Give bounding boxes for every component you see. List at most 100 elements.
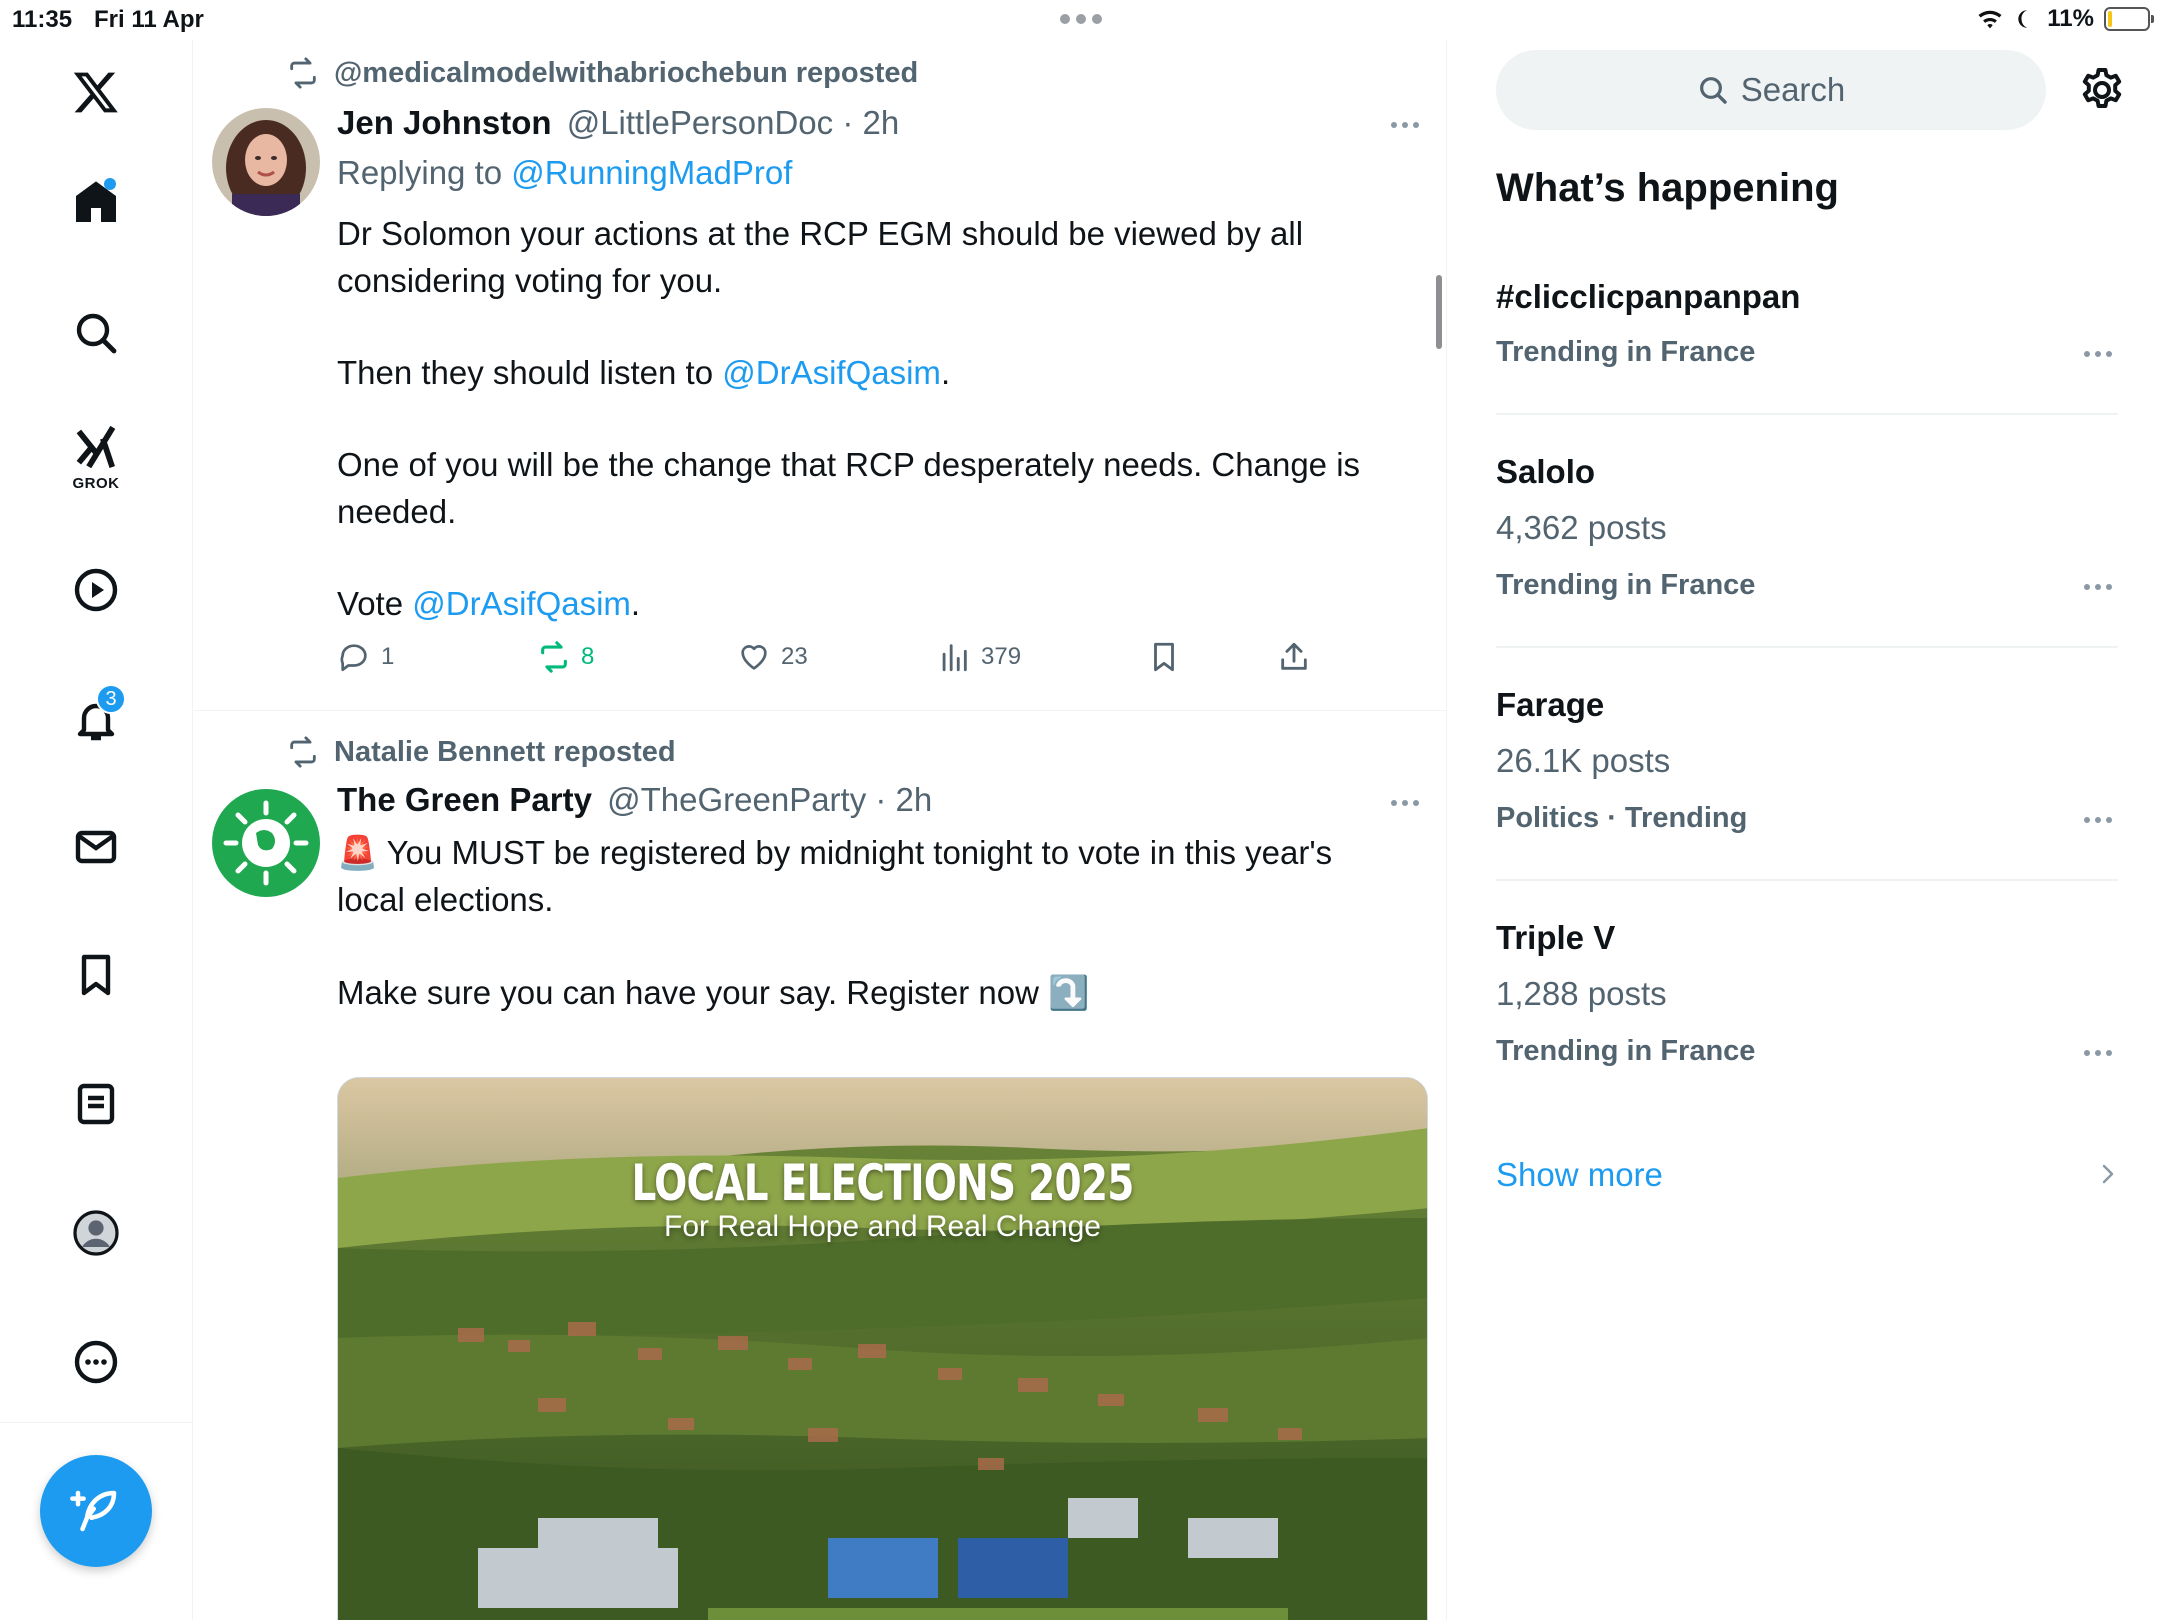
heart-icon (741, 645, 767, 670)
wifi-icon (1978, 10, 2002, 29)
post-text: Dr Solomon your actions at the RCP EGM s… (337, 210, 1397, 627)
status-bar: 11:35 Fri 11 Apr 11% (0, 0, 2160, 40)
repost-by[interactable]: @medicalmodelwithabriochebun reposted (334, 57, 918, 90)
timeline[interactable]: @medicalmodelwithabriochebun reposted Je… (194, 40, 1447, 1620)
search-input[interactable]: Search (1496, 50, 2046, 130)
status-indicators: 11% (1975, 5, 2154, 33)
trend-more-button[interactable] (2078, 1043, 2118, 1063)
grok-icon[interactable]: GROK (56, 418, 136, 498)
repost-icon (290, 736, 316, 768)
views-button[interactable]: 379 (937, 640, 1021, 674)
author-handle[interactable]: @LittlePersonDoc · 2h (567, 104, 899, 141)
scrollbar-thumb[interactable] (1436, 275, 1442, 349)
author-handle[interactable]: @TheGreenParty · 2h (607, 781, 932, 818)
post-author-line: The Green Party @TheGreenParty · 2h (337, 781, 932, 819)
bell-icon[interactable]: 3 (56, 680, 136, 760)
repost-count: 8 (581, 643, 595, 670)
reply-context: Replying to @RunningMadProf (337, 154, 792, 192)
like-button[interactable]: 23 (737, 640, 808, 674)
reply-icon (340, 644, 367, 672)
compose-button[interactable] (40, 1455, 152, 1567)
list-icon[interactable] (56, 1064, 136, 1144)
bookmark-icon (1154, 642, 1174, 672)
reply-button[interactable]: 1 (337, 640, 394, 674)
repost-indicator: Natalie Bennett reposted (286, 735, 676, 769)
bookmark-icon[interactable] (56, 935, 136, 1015)
home-icon[interactable] (56, 162, 136, 242)
author-name[interactable]: Jen Johnston (337, 104, 552, 141)
trend-divider (1496, 879, 2118, 881)
sidebar: Search What’s happening #clicclicpanpanp… (1448, 40, 2160, 1620)
mention-link[interactable]: @DrAsifQasim (722, 354, 941, 391)
status-time: 11:35 (12, 6, 73, 33)
trend-meta: Trending in France (1496, 336, 1756, 368)
chevron-right-icon[interactable] (2096, 1162, 2120, 1186)
reply-count: 1 (381, 643, 395, 670)
repost-button[interactable]: 8 (537, 640, 594, 674)
post-more-button[interactable] (1385, 793, 1425, 813)
more-circle-icon[interactable] (56, 1322, 136, 1402)
moon-icon (2018, 10, 2028, 28)
post-author-line: Jen Johnston @LittlePersonDoc · 2h (337, 104, 899, 142)
search-placeholder: Search (1740, 71, 1846, 108)
trend-name: Triple V (1496, 919, 1616, 956)
trend-meta: Politics · Trending (1496, 802, 1748, 834)
views-count: 379 (981, 643, 1022, 670)
nav-divider (0, 1422, 193, 1423)
notification-badge: 3 (96, 684, 126, 714)
avatar[interactable] (212, 108, 320, 216)
search-icon (1699, 77, 1727, 104)
search-icon[interactable] (56, 293, 136, 373)
section-title: What’s happening (1496, 166, 1839, 210)
avatar-icon[interactable] (56, 1193, 136, 1273)
author-name[interactable]: The Green Party (337, 781, 592, 818)
trend-post-count: 26.1K posts (1496, 742, 1671, 779)
post-divider (194, 710, 1446, 711)
post-paragraph: Vote @DrAsifQasim. (337, 585, 641, 622)
primary-nav: GROK 3 (0, 40, 193, 1620)
reply-mention[interactable]: @RunningMadProf (511, 154, 792, 191)
post-more-button[interactable] (1385, 115, 1425, 135)
show-more-link[interactable]: Show more (1496, 1156, 1663, 1194)
mail-icon[interactable] (56, 807, 136, 887)
repost-by[interactable]: Natalie Bennett reposted (334, 736, 676, 769)
battery-percent: 11% (2047, 5, 2094, 32)
trend-post-count: 4,362 posts (1496, 509, 1667, 546)
post-paragraph: Then they should listen to @DrAsifQasim. (337, 354, 951, 391)
post-paragraph: One of you will be the change that RCP d… (337, 446, 1361, 530)
trend-more-button[interactable] (2078, 344, 2118, 364)
share-button[interactable] (1277, 640, 1311, 674)
repost-icon (290, 57, 316, 89)
grok-label: GROK (72, 475, 120, 492)
compose-feather-icon (70, 1490, 117, 1532)
trend-name: #clicclicpanpanpan (1496, 278, 1801, 315)
play-icon[interactable] (56, 550, 136, 630)
repost-indicator: @medicalmodelwithabriochebun reposted (286, 56, 918, 90)
gear-icon[interactable] (2078, 66, 2126, 114)
share-icon (1281, 642, 1307, 670)
trend-divider (1496, 646, 2118, 648)
post-paragraph: 🚨 You MUST be registered by midnight ton… (337, 834, 1333, 918)
post-media-image[interactable]: LOCAL ELECTIONS 2025 For Real Hope and R… (337, 1077, 1428, 1620)
repost-icon (541, 641, 567, 673)
x-logo-icon[interactable] (56, 52, 136, 132)
trend-post-count: 1,288 posts (1496, 975, 1667, 1012)
status-date: Fri 11 Apr (94, 6, 204, 33)
home-unread-dot (104, 178, 116, 190)
media-headline: LOCAL ELECTIONS 2025 (631, 1154, 1134, 1212)
bookmark-button[interactable] (1147, 640, 1181, 674)
trend-meta: Trending in France (1496, 1035, 1756, 1067)
media-subtitle: For Real Hope and Real Change (664, 1210, 1101, 1243)
multitasking-dots-icon[interactable] (1060, 6, 1102, 24)
trend-more-button[interactable] (2078, 810, 2118, 830)
mention-link[interactable]: @DrAsifQasim (412, 585, 631, 622)
avatar[interactable] (212, 789, 320, 897)
trend-name: Salolo (1496, 453, 1596, 490)
battery-charging-icon (2104, 7, 2154, 31)
post-text: 🚨 You MUST be registered by midnight ton… (337, 829, 1397, 1016)
trend-more-button[interactable] (2078, 577, 2118, 597)
trend-meta: Trending in France (1496, 569, 1756, 601)
like-count: 23 (781, 643, 808, 670)
post-paragraph: Make sure you can have your say. Registe… (337, 974, 1090, 1011)
trend-divider (1496, 413, 2118, 415)
